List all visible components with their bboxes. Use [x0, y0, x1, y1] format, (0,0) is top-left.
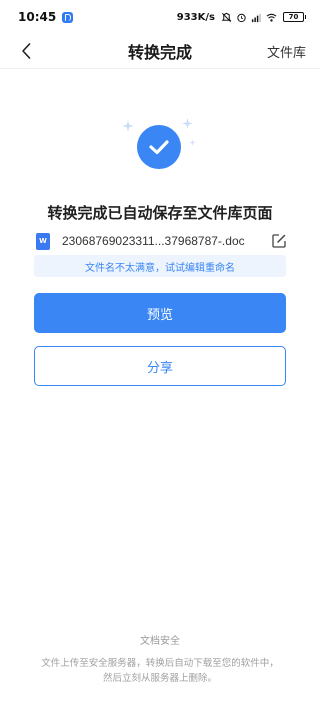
navigation-bar: 转换完成 文件库 [0, 34, 320, 68]
preview-button[interactable]: 预览 [34, 293, 286, 333]
file-library-link[interactable]: 文件库 [267, 42, 306, 61]
share-button[interactable]: 分享 [34, 346, 286, 386]
converted-file-row: W 23068769023311...37968787-.doc [36, 231, 288, 251]
signal-icon [251, 13, 261, 22]
status-bar: 10:45 933K/s 70 [0, 0, 320, 34]
file-name: 23068769023311...37968787-.doc [62, 234, 245, 248]
document-security-title: 文档安全 [140, 636, 180, 647]
page-title: 转换完成 [127, 43, 192, 62]
sparkle-icon [182, 118, 193, 129]
sparkle-icon [189, 139, 196, 146]
app-notification-icon [62, 11, 74, 23]
status-indicators: 933K/s 70 [176, 11, 306, 23]
nav-divider [0, 68, 320, 69]
success-illustration [116, 114, 204, 174]
rename-button[interactable] [270, 232, 288, 250]
wifi-icon [266, 13, 277, 22]
network-speed: 933K/s [176, 11, 215, 23]
edit-icon [272, 234, 286, 248]
status-time: 10:45 [18, 10, 57, 24]
alarm-icon [237, 13, 246, 22]
battery-icon: 70 [283, 12, 306, 22]
conversion-success-heading: 转换完成已自动保存至文件库页面 [47, 204, 273, 222]
alarm-off-icon [221, 12, 232, 22]
sparkle-icon [122, 120, 134, 132]
back-button[interactable] [14, 38, 38, 64]
rename-tip: 文件名不太满意，试试编辑重命名 [34, 255, 286, 277]
chevron-left-icon [22, 43, 31, 59]
success-check-icon [137, 125, 181, 169]
word-doc-icon: W [36, 232, 50, 250]
document-security-text: 文件上传至安全服务器，转换后自动下载至您的软件中，然后立刻从服务器上删除。 [41, 658, 279, 684]
